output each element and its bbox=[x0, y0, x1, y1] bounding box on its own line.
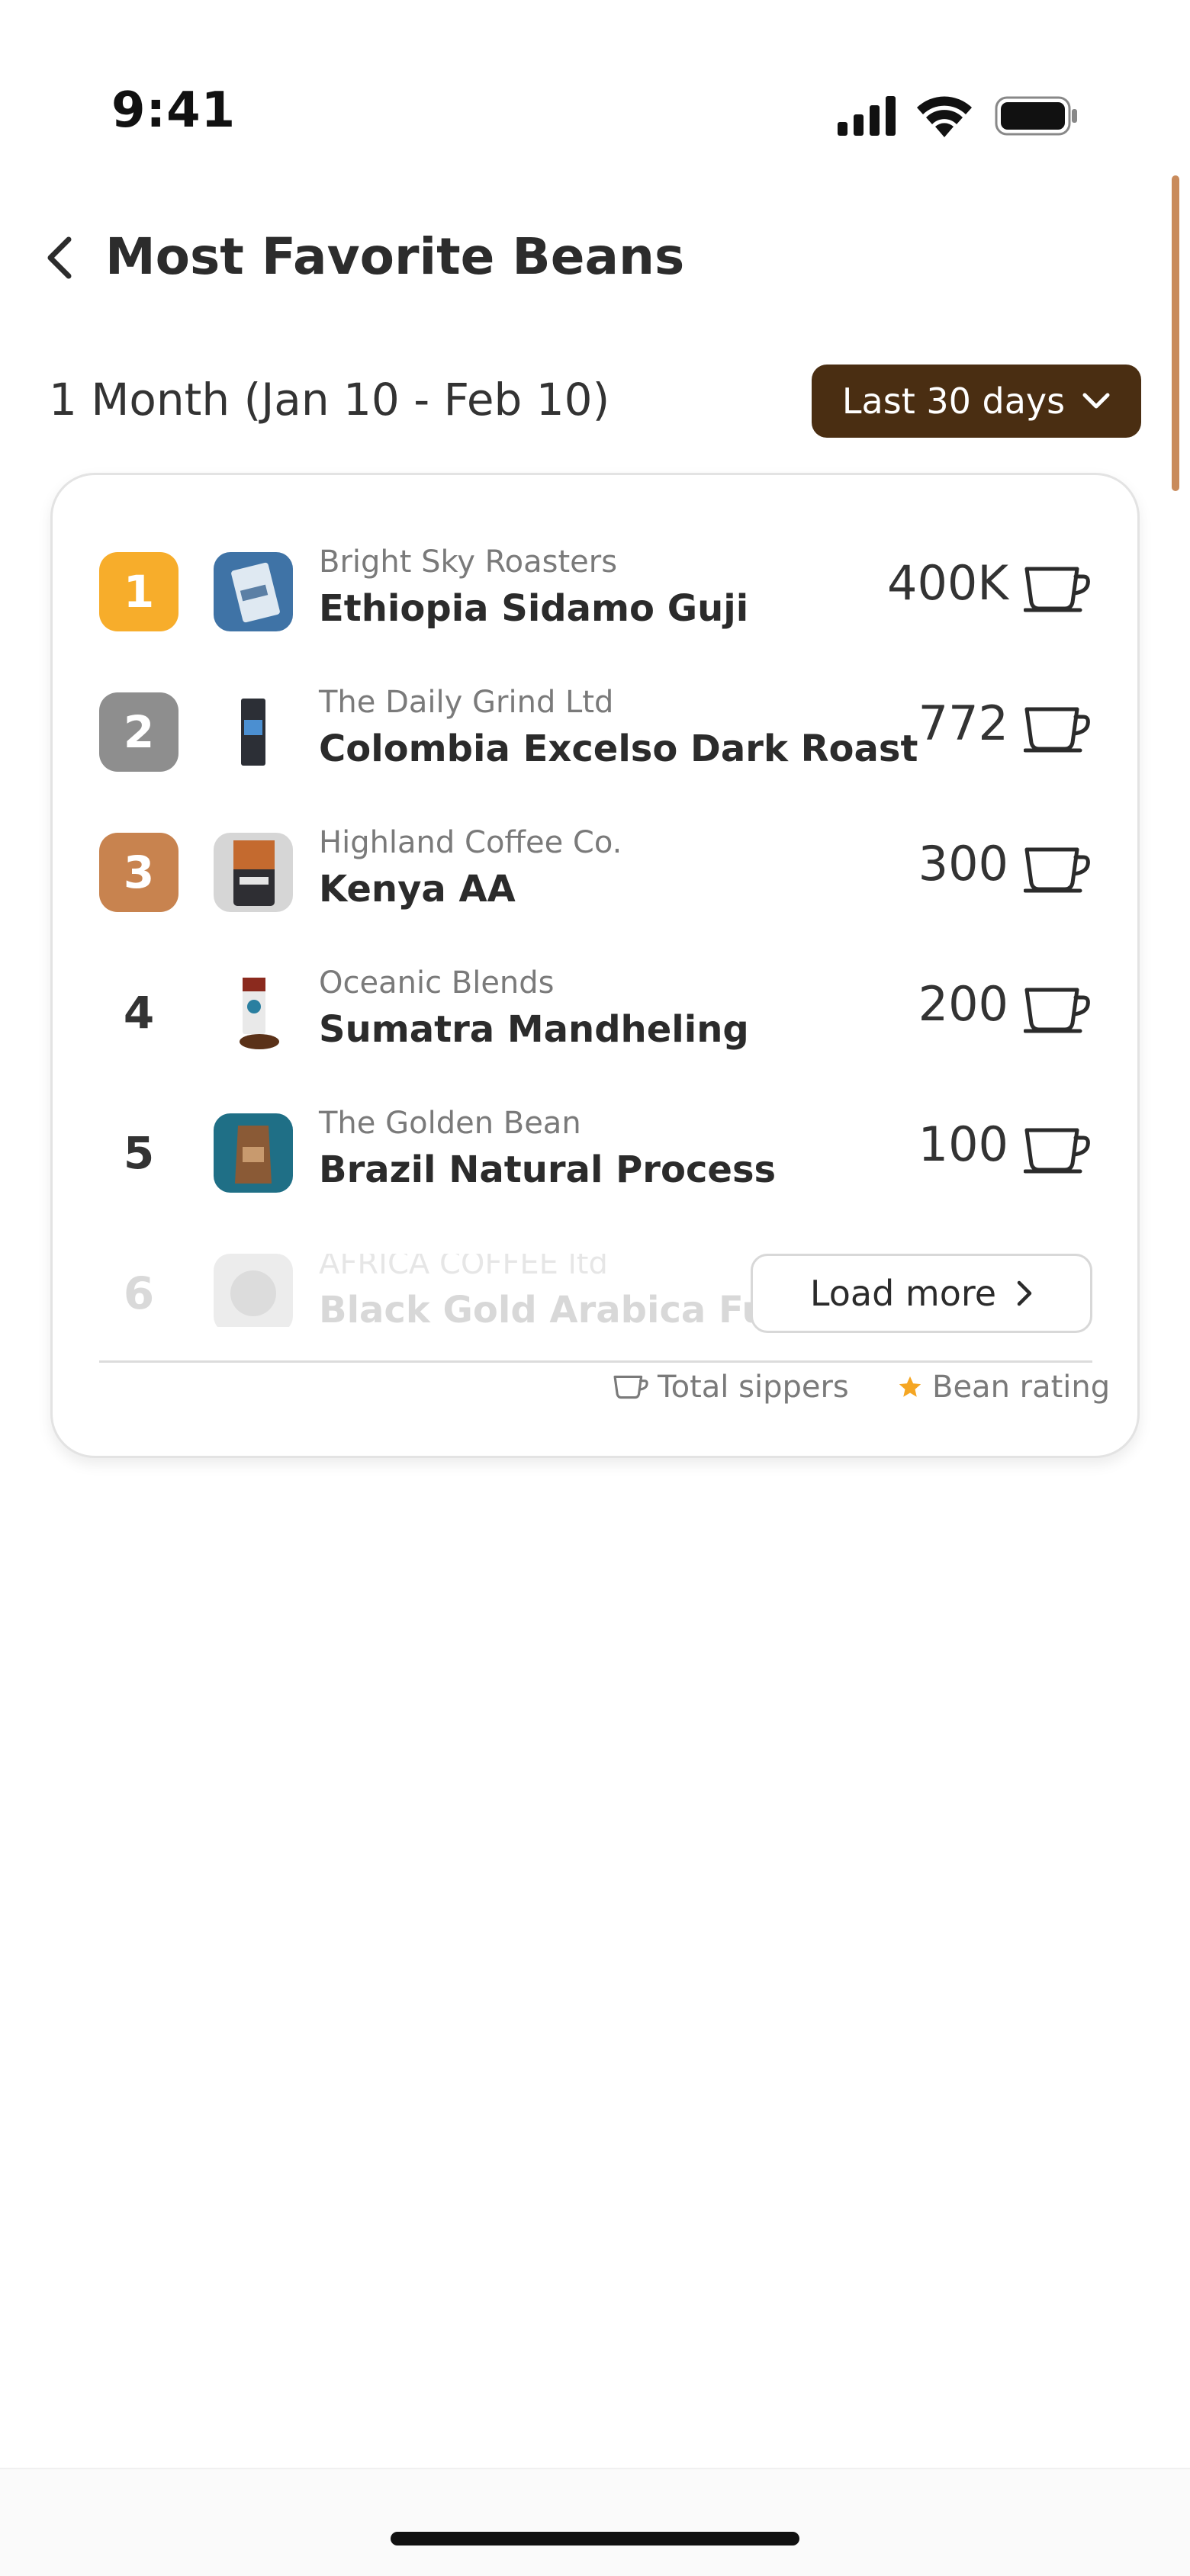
bean-name: Sumatra Mandheling bbox=[319, 1008, 749, 1051]
roaster-name: Bright Sky Roasters bbox=[319, 544, 618, 580]
roaster-name: AFRICA COFFEE ltd bbox=[319, 1254, 608, 1281]
bean-thumbnail bbox=[214, 552, 293, 631]
load-more-label: Load more bbox=[809, 1273, 997, 1314]
chevron-down-icon bbox=[1082, 393, 1110, 409]
bean-thumbnail bbox=[214, 973, 293, 1052]
battery-icon bbox=[995, 96, 1077, 136]
rank-badge-gold: 1 bbox=[99, 552, 178, 631]
bottom-safe-area bbox=[0, 2468, 1190, 2576]
list-item[interactable]: 3 Highland Coffee Co. Kenya AA 300 bbox=[99, 825, 1091, 912]
legend-divider bbox=[99, 1360, 1092, 1363]
list-item[interactable]: 1 Bright Sky Roasters Ethiopia Sidamo Gu… bbox=[99, 544, 1091, 631]
star-icon bbox=[899, 1376, 921, 1397]
cup-icon bbox=[613, 1375, 648, 1399]
roaster-name: Oceanic Blends bbox=[319, 965, 555, 1001]
bean-thumbnail bbox=[214, 1254, 293, 1327]
sippers-count: 100 bbox=[918, 1116, 1008, 1172]
rank-number: 5 bbox=[123, 1127, 155, 1179]
cup-icon bbox=[1024, 707, 1090, 753]
roaster-name: Highland Coffee Co. bbox=[319, 825, 622, 860]
list-item[interactable]: 5 The Golden Bean Brazil Natural Process… bbox=[99, 1106, 1091, 1193]
cup-icon bbox=[1024, 988, 1090, 1033]
home-indicator[interactable] bbox=[391, 2532, 799, 2545]
back-arrow-icon[interactable] bbox=[40, 233, 79, 282]
date-range-dropdown[interactable]: Last 30 days bbox=[812, 365, 1141, 438]
roaster-name: The Golden Bean bbox=[319, 1106, 581, 1141]
date-range-label: Last 30 days bbox=[841, 381, 1066, 422]
chevron-right-icon bbox=[1017, 1280, 1032, 1306]
sippers-count: 772 bbox=[918, 695, 1008, 751]
legend-rating-label: Bean rating bbox=[932, 1370, 1111, 1405]
legend-total-sippers: Total sippers bbox=[613, 1370, 849, 1405]
page-title: Most Favorite Beans bbox=[105, 227, 685, 286]
bean-thumbnail bbox=[214, 1113, 293, 1193]
sippers-count: 300 bbox=[918, 836, 1008, 891]
sippers-count: 200 bbox=[918, 976, 1008, 1032]
bean-thumbnail bbox=[214, 692, 293, 772]
rank-number: 6 bbox=[123, 1267, 155, 1319]
bean-name: Black Gold Arabica Full bbox=[319, 1289, 793, 1327]
legend-sippers-label: Total sippers bbox=[658, 1370, 849, 1405]
cellular-signal-icon bbox=[838, 96, 896, 136]
bean-thumbnail bbox=[214, 833, 293, 912]
legend-bean-rating: Bean rating bbox=[897, 1370, 1110, 1405]
scrollbar-thumb[interactable] bbox=[1172, 175, 1179, 491]
bean-name: Ethiopia Sidamo Guji bbox=[319, 587, 749, 630]
wifi-icon bbox=[917, 96, 972, 137]
bean-name: Kenya AA bbox=[319, 868, 516, 911]
period-label: 1 Month (Jan 10 - Feb 10) bbox=[49, 374, 610, 426]
list-item[interactable]: 4 Oceanic Blends Sumatra Mandheling 200 bbox=[99, 965, 1091, 1052]
rank-badge-silver: 2 bbox=[99, 692, 178, 772]
list-item[interactable]: 2 The Daily Grind Ltd Colombia Excelso D… bbox=[99, 685, 1091, 772]
bean-name: Brazil Natural Process bbox=[319, 1148, 777, 1191]
roaster-name: The Daily Grind Ltd bbox=[319, 685, 614, 720]
cup-icon bbox=[1024, 847, 1090, 893]
cup-icon bbox=[1024, 1128, 1090, 1174]
load-more-button[interactable]: Load more bbox=[751, 1254, 1092, 1333]
sippers-count: 400K bbox=[887, 555, 1008, 611]
bean-name: Colombia Excelso Dark Roast bbox=[319, 728, 918, 770]
rank-badge-bronze: 3 bbox=[99, 833, 178, 912]
cup-icon bbox=[1024, 567, 1090, 612]
status-time: 9:41 bbox=[111, 82, 236, 139]
rank-number: 4 bbox=[123, 987, 155, 1039]
